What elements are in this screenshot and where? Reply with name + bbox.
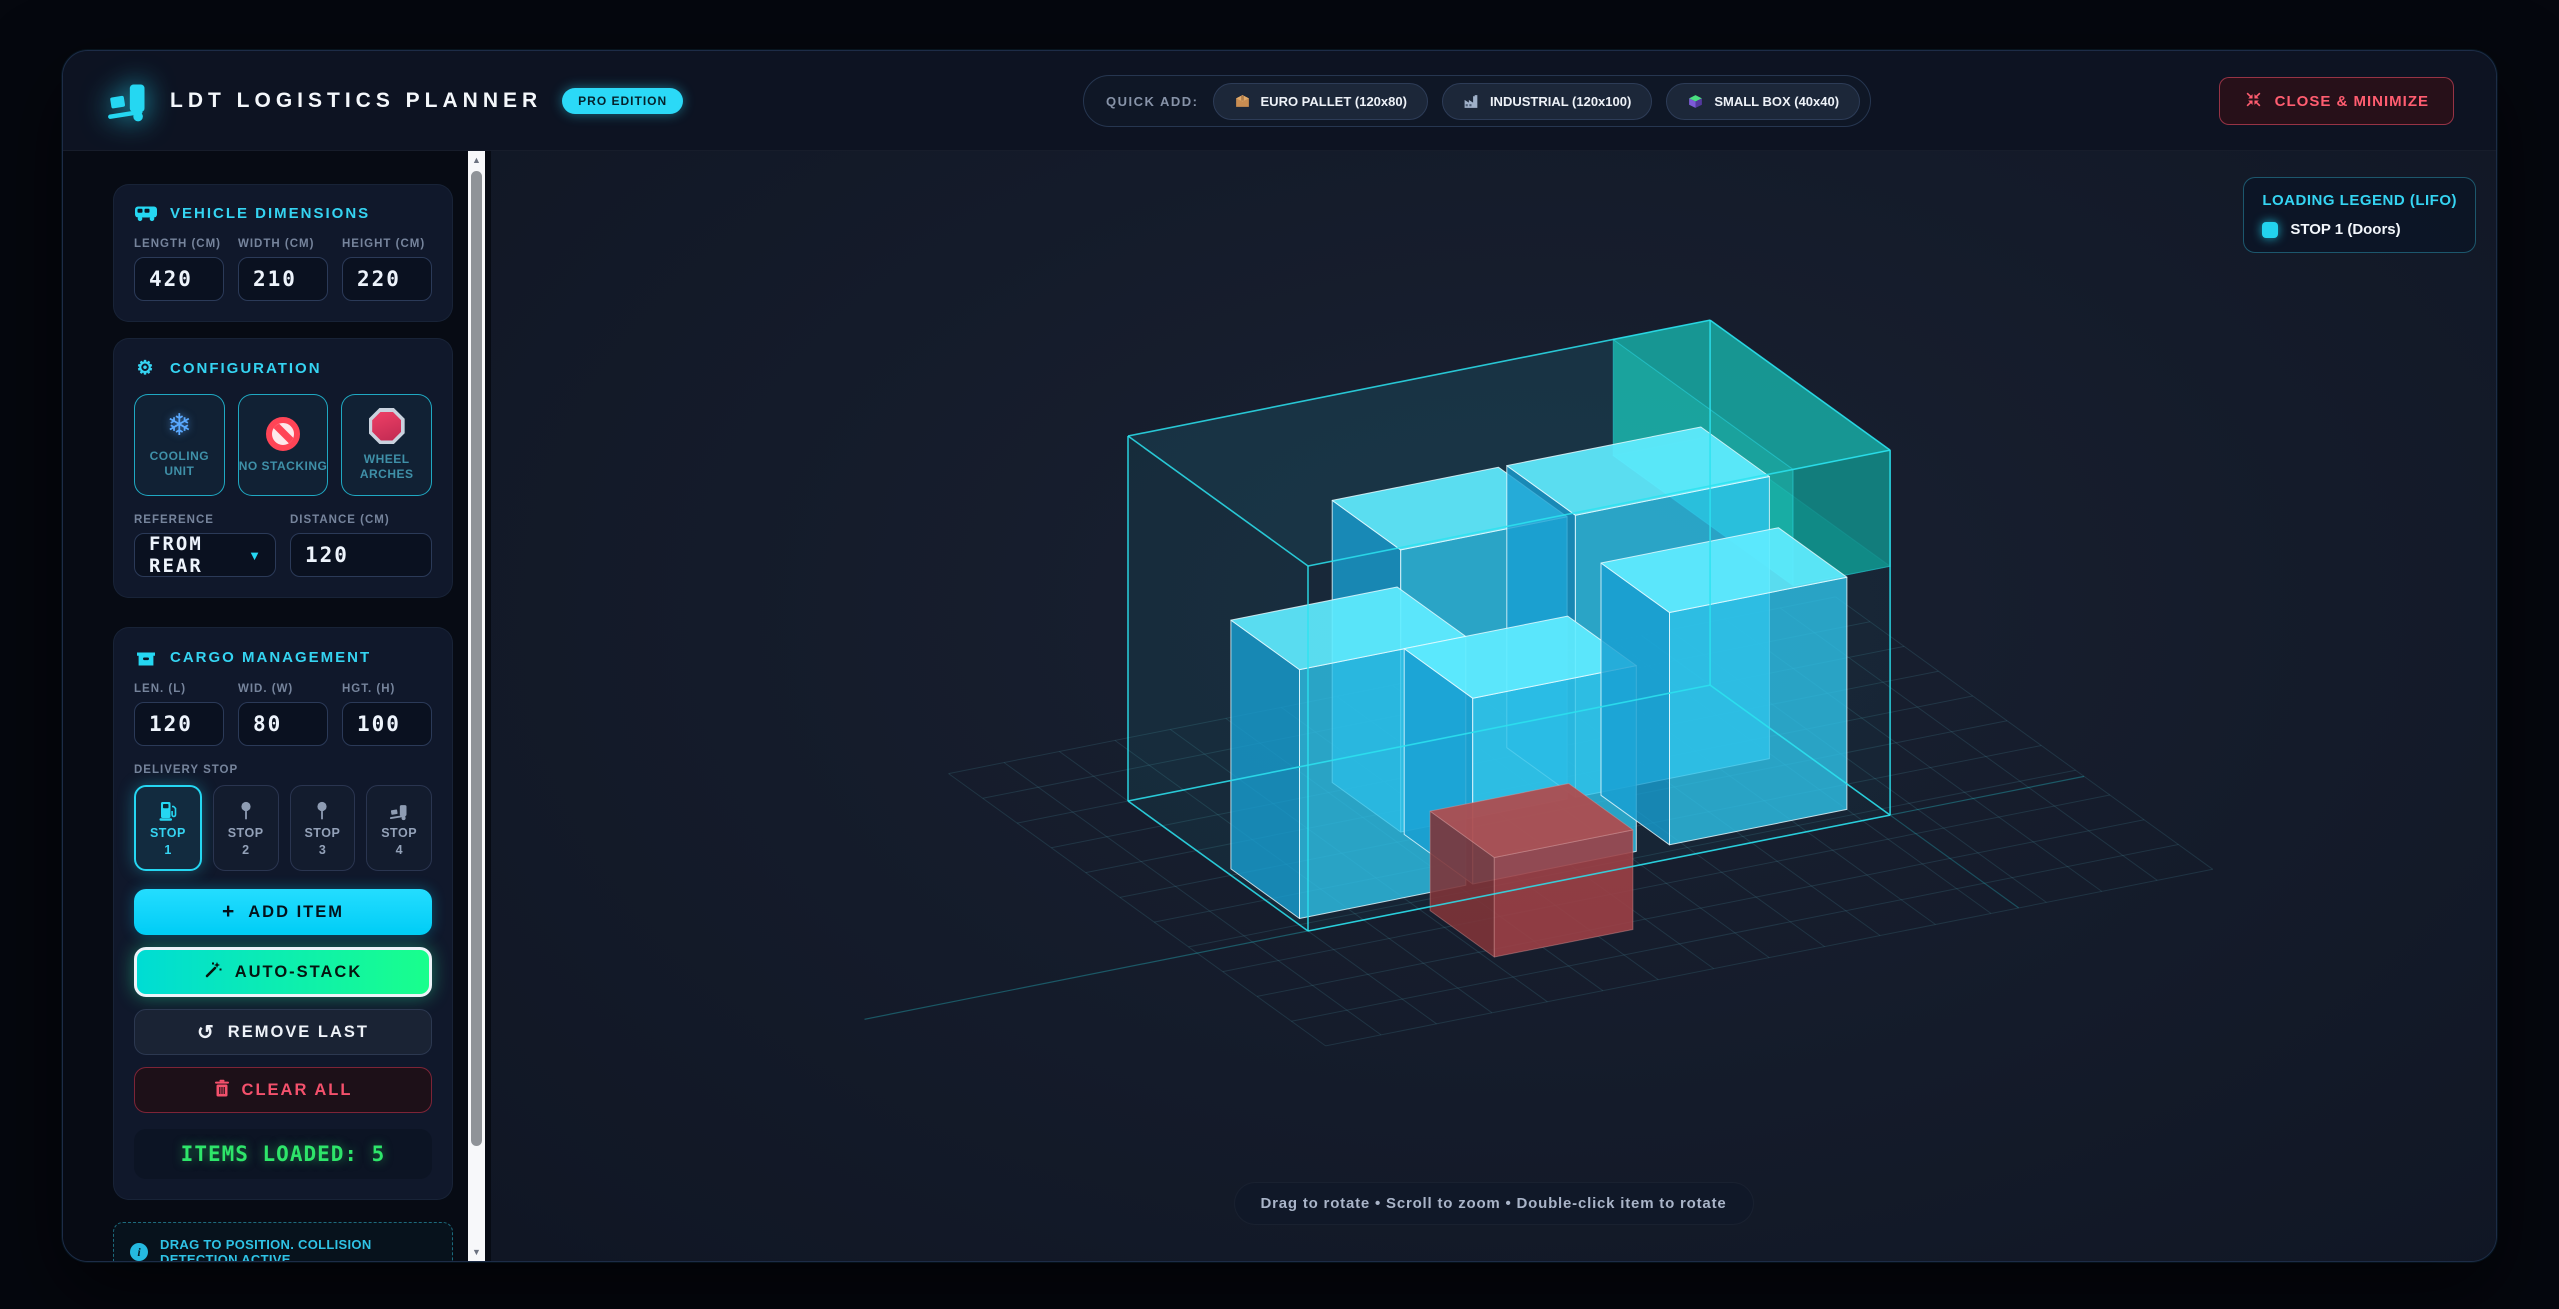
collision-hint: i DRAG TO POSITION. COLLISION DETECTION …	[113, 1222, 453, 1261]
chevron-down-icon: ▼	[248, 548, 261, 563]
distance-field: DISTANCE (CM)	[290, 514, 432, 577]
header: LDT LOGISTICS PLANNER PRO EDITION QUICK …	[63, 51, 2496, 151]
plus-icon: +	[222, 900, 236, 924]
length-input[interactable]	[134, 257, 224, 301]
magic-wand-icon	[204, 960, 223, 984]
pin-icon	[314, 799, 330, 823]
quick-add-label: QUICK ADD:	[1106, 94, 1199, 109]
cargo-width-field: WID. (W)	[238, 683, 328, 746]
width-field: WIDTH (CM)	[238, 238, 328, 301]
no-entry-icon	[266, 417, 300, 451]
cargo-3d-viewport[interactable]: LOADING LEGEND (LIFO) STOP 1 (Doors) Dra…	[491, 151, 2496, 1261]
cargo-length-field: LEN. (L)	[134, 683, 224, 746]
cooling-unit-toggle[interactable]: ❄ COOLING UNIT	[134, 394, 225, 496]
stop-1-button[interactable]: STOP 1	[134, 785, 202, 871]
sidebar: VEHICLE DIMENSIONS LENGTH (CM) WIDTH (CM…	[63, 151, 491, 1261]
vehicle-dimensions-title: VEHICLE DIMENSIONS	[134, 205, 432, 222]
pin-icon	[238, 799, 254, 823]
collapse-arrows-icon	[2244, 90, 2263, 113]
small-box-icon	[1687, 93, 1704, 110]
cargo-width-input[interactable]	[238, 702, 328, 746]
stop-3-button[interactable]: STOP 3	[290, 785, 356, 871]
factory-icon	[1463, 93, 1480, 110]
width-label: WIDTH (CM)	[238, 238, 328, 250]
quick-add-bar: QUICK ADD: EURO PALLET (120x80) INDUSTRI…	[1083, 75, 1871, 127]
scroll-down-arrow-icon[interactable]: ▼	[468, 1243, 485, 1261]
length-field: LENGTH (CM)	[134, 238, 224, 301]
cargo-length-input[interactable]	[134, 702, 224, 746]
viewport-controls-hint: Drag to rotate • Scroll to zoom • Double…	[1233, 1182, 1753, 1225]
cargo-management-title: CARGO MANAGEMENT	[134, 648, 432, 667]
trash-icon	[214, 1079, 230, 1102]
brand: LDT LOGISTICS PLANNER PRO EDITION	[106, 51, 683, 151]
scrollbar-thumb[interactable]	[471, 171, 482, 1146]
sidebar-scrollbar[interactable]: ▲ ▼	[468, 151, 485, 1261]
info-icon: i	[130, 1243, 148, 1261]
delivery-stop-label: DELIVERY STOP	[134, 764, 432, 776]
hand-truck-logo-icon	[106, 79, 150, 123]
configuration-card: ⚙ CONFIGURATION ❄ COOLING UNIT NO STACKI…	[113, 338, 453, 598]
items-loaded-status: ITEMS LOADED: 5	[181, 1142, 386, 1166]
legend-title: LOADING LEGEND (LIFO)	[2262, 192, 2457, 209]
fuel-pump-icon	[157, 799, 179, 823]
distance-input[interactable]	[290, 533, 432, 577]
length-label: LENGTH (CM)	[134, 238, 224, 250]
snowflake-icon: ❄	[167, 411, 192, 441]
auto-stack-button[interactable]: AUTO-STACK	[134, 947, 432, 997]
clear-all-button[interactable]: CLEAR ALL	[134, 1067, 432, 1113]
cargo-height-input[interactable]	[342, 702, 432, 746]
reference-label: REFERENCE	[134, 514, 276, 526]
close-minimize-button[interactable]: CLOSE & MINIMIZE	[2219, 77, 2454, 125]
distance-label: DISTANCE (CM)	[290, 514, 432, 526]
stop-sign-icon	[369, 408, 405, 444]
status-panel: ITEMS LOADED: 5	[134, 1129, 432, 1179]
cargo-height-field: HGT. (H)	[342, 683, 432, 746]
reference-select[interactable]: FROM REAR ▼	[134, 533, 276, 577]
page-title: LDT LOGISTICS PLANNER	[170, 89, 542, 113]
pallet-box-icon	[1234, 93, 1251, 110]
van-icon	[134, 205, 158, 222]
cargo-management-card: CARGO MANAGEMENT LEN. (L) WID. (W) HGT. …	[113, 627, 453, 1200]
loading-legend: LOADING LEGEND (LIFO) STOP 1 (Doors)	[2243, 177, 2476, 253]
quick-add-small-box-button[interactable]: SMALL BOX (40x40)	[1666, 83, 1860, 120]
legend-item: STOP 1 (Doors)	[2262, 221, 2457, 238]
height-input[interactable]	[342, 257, 432, 301]
height-field: HEIGHT (CM)	[342, 238, 432, 301]
gear-icon: ⚙	[134, 359, 158, 378]
width-input[interactable]	[238, 257, 328, 301]
height-label: HEIGHT (CM)	[342, 238, 432, 250]
vehicle-dimensions-card: VEHICLE DIMENSIONS LENGTH (CM) WIDTH (CM…	[113, 184, 453, 322]
stop-4-button[interactable]: STOP 4	[366, 785, 432, 871]
wheel-arches-toggle[interactable]: WHEEL ARCHES	[341, 394, 432, 496]
quick-add-industrial-button[interactable]: INDUSTRIAL (120x100)	[1442, 83, 1652, 120]
add-item-button[interactable]: + ADD ITEM	[134, 889, 432, 935]
delivery-truck-icon	[387, 799, 411, 823]
configuration-title: ⚙ CONFIGURATION	[134, 359, 432, 378]
stop1-color-swatch	[2262, 222, 2278, 238]
cargo-3d-scene[interactable]	[491, 151, 2497, 1262]
remove-last-button[interactable]: ↺ REMOVE LAST	[134, 1009, 432, 1055]
scroll-up-arrow-icon[interactable]: ▲	[468, 151, 485, 169]
app-window: LDT LOGISTICS PLANNER PRO EDITION QUICK …	[62, 50, 2497, 1262]
no-stacking-toggle[interactable]: NO STACKING	[238, 394, 329, 496]
reference-field: REFERENCE FROM REAR ▼	[134, 514, 276, 577]
stop-2-button[interactable]: STOP 2	[213, 785, 279, 871]
cargo-box-icon	[134, 648, 158, 667]
undo-icon: ↺	[197, 1020, 216, 1045]
pro-edition-badge: PRO EDITION	[562, 88, 683, 114]
quick-add-euro-pallet-button[interactable]: EURO PALLET (120x80)	[1213, 83, 1428, 120]
